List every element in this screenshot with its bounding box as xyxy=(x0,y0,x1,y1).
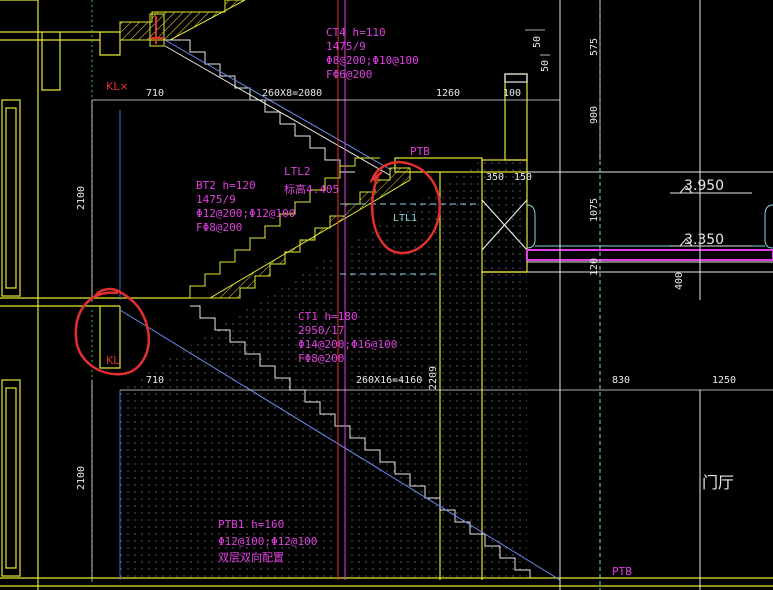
bt2-line3: Φ12@200;Φ12@100 xyxy=(196,207,295,220)
parapet xyxy=(504,73,528,161)
dim-2100-upper: 2100 xyxy=(76,186,87,210)
ptb1-line3: 双层双向配置 xyxy=(218,550,284,564)
elevation-upper: 3.950 xyxy=(684,178,724,194)
dim-50-b: 50 xyxy=(540,60,551,72)
ptb1-line2: Φ12@100;Φ12@100 xyxy=(218,535,317,548)
dim-mid-run: 260X16=4160 xyxy=(356,375,422,386)
label-ltl-circled: LTL1 xyxy=(393,213,417,224)
ct1-line2: 2950/17 xyxy=(298,324,344,337)
dim-350: 350 xyxy=(486,172,504,183)
cad-drawing-canvas[interactable]: CT4 h=110 1475/9 Φ8@200;Φ10@100 FΦ6@200 … xyxy=(0,0,773,590)
label-door-hall: 门厅 xyxy=(702,473,734,492)
dim-2209: 2209 xyxy=(428,366,439,390)
dim-150: 150 xyxy=(514,172,532,183)
ptb1-title: PTB1 h=160 xyxy=(218,518,284,531)
ct1-line4: FΦ8@200 xyxy=(298,352,344,365)
label-kl-top: KL× xyxy=(106,80,129,93)
label-ptb-bottom: PTB xyxy=(612,565,632,578)
bt2-line2: 1475/9 xyxy=(196,193,236,206)
dim-575: 575 xyxy=(589,38,600,56)
label-ltl2-elev: 标高4.405 xyxy=(284,182,339,196)
elevation-lower: 3.350 xyxy=(684,232,724,248)
ct4-line2: 1475/9 xyxy=(326,40,366,53)
label-ltl2: LTL2 xyxy=(284,165,311,178)
right-floor-slab xyxy=(526,171,773,273)
dim-710-mid: 710 xyxy=(146,375,164,386)
dim-50-a: 50 xyxy=(532,36,543,48)
dim-1250: 1250 xyxy=(712,375,736,386)
ct1-line3: Φ14@200;Φ16@100 xyxy=(298,338,397,351)
label-kl-bottom: KL xyxy=(106,354,120,367)
dim-900: 900 xyxy=(589,106,600,124)
bt2-line4: FΦ8@200 xyxy=(196,221,242,234)
ct4-line4: FΦ6@200 xyxy=(326,68,372,81)
label-ptb-top: PTB xyxy=(410,145,430,158)
dim-400: 400 xyxy=(674,272,685,290)
concrete-fill xyxy=(120,160,527,580)
ct1-title: CT1 h=180 xyxy=(298,310,358,323)
dim-100: 100 xyxy=(503,88,521,99)
dim-1075: 1075 xyxy=(589,198,600,222)
ct4-title: CT4 h=110 xyxy=(326,26,386,39)
top-landing xyxy=(119,0,246,47)
ct4-line3: Φ8@200;Φ10@100 xyxy=(326,54,419,67)
dim-1260: 1260 xyxy=(436,88,460,99)
dim-top-run: 260X8=2080 xyxy=(262,88,322,99)
dim-120: 120 xyxy=(589,258,600,276)
dim-2100-lower: 2100 xyxy=(76,466,87,490)
bt2-title: BT2 h=120 xyxy=(196,179,256,192)
dim-830: 830 xyxy=(612,375,630,386)
dim-710-top: 710 xyxy=(146,88,164,99)
